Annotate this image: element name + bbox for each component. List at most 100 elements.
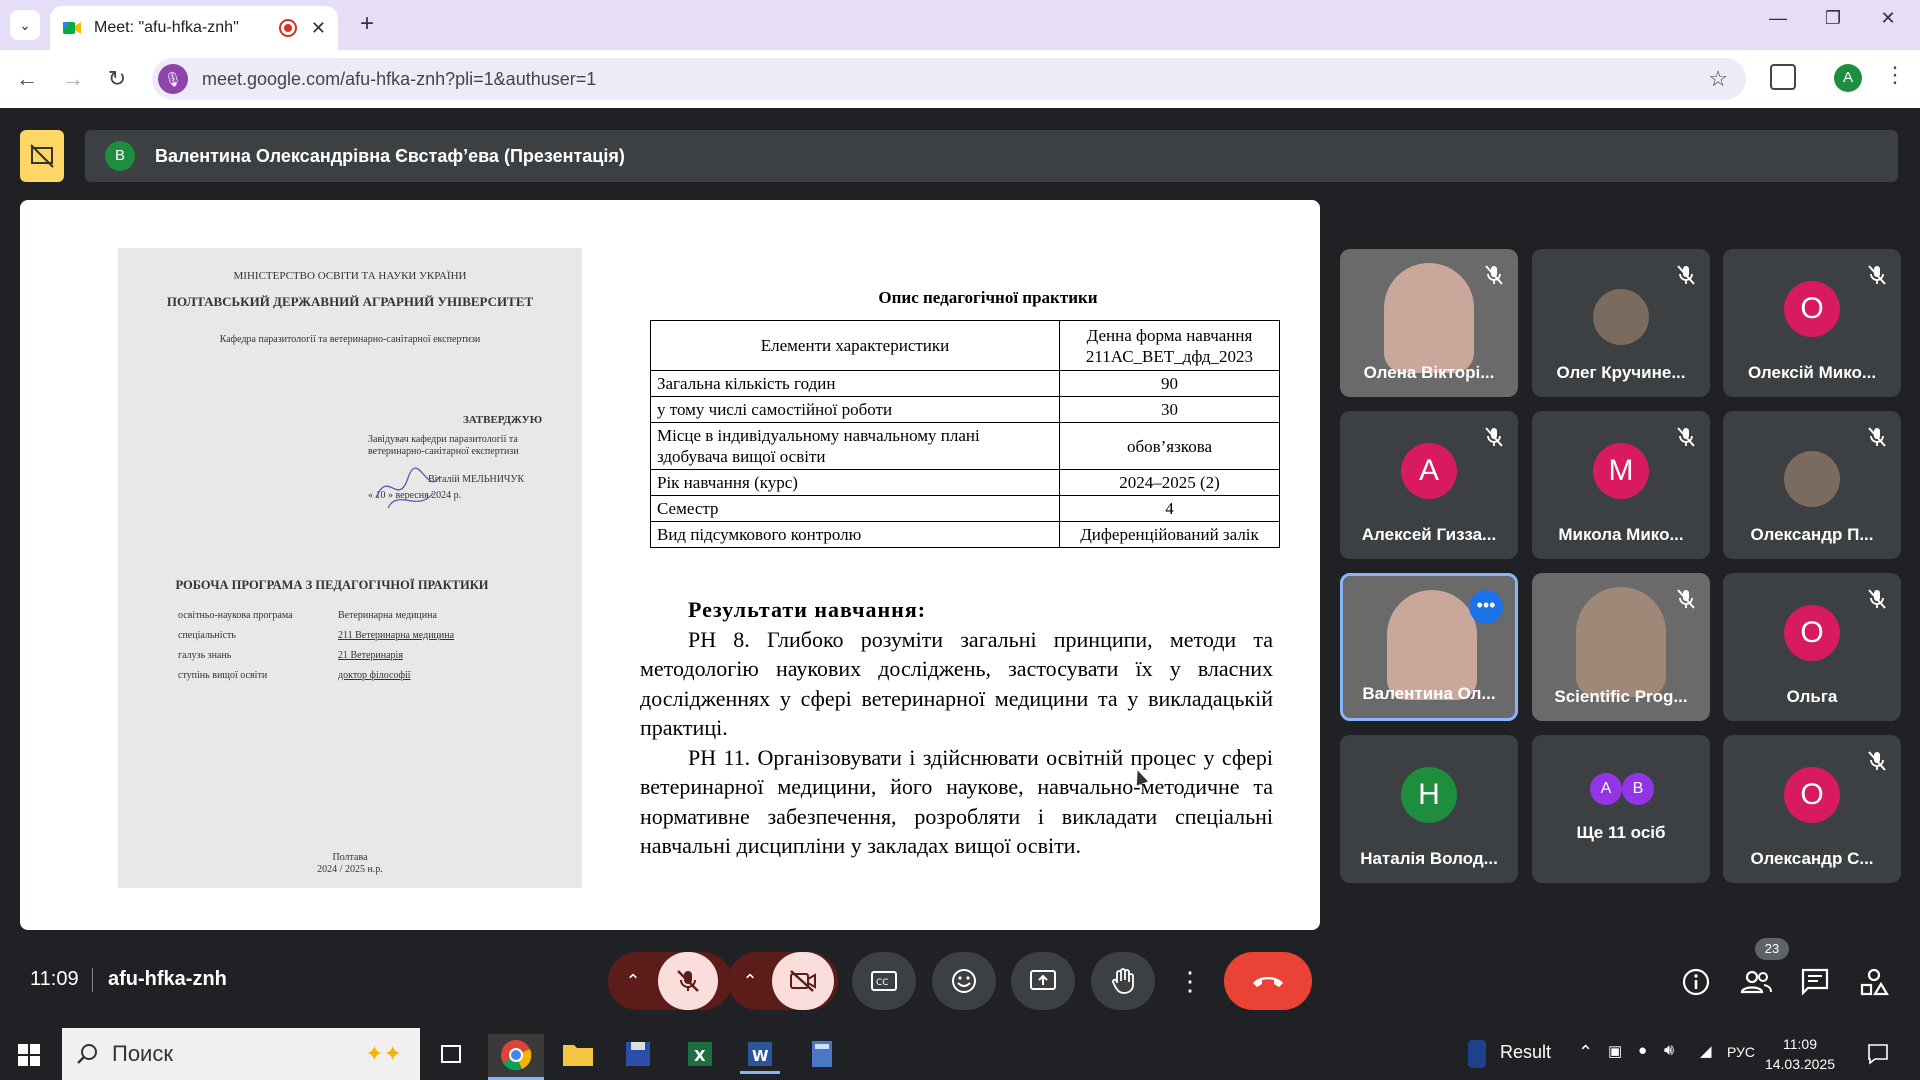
taskbar-search[interactable]: Поиск ✦✦	[62, 1028, 420, 1080]
doc-row-key: спеціальність	[178, 630, 236, 641]
participant-tile[interactable]: Н Наталія Волод...	[1340, 735, 1518, 883]
participant-tile[interactable]: А Алексей Гизза...	[1340, 411, 1518, 559]
hand-icon	[1112, 968, 1134, 994]
doc-ministry: МІНІСТЕРСТВО ОСВІТИ ТА НАУКИ УКРАЇНИ	[233, 270, 467, 282]
site-mic-icon[interactable]: 🎙	[158, 64, 188, 94]
restore-button[interactable]: ❐	[1813, 8, 1853, 29]
muted-mic-icon	[1865, 263, 1889, 287]
spec-table: Елементи характеристики Денна форма навч…	[650, 320, 1280, 548]
word-icon[interactable]: W	[740, 1034, 780, 1074]
doc-row-key: галузь знань	[178, 650, 232, 661]
participant-name: Олексій Мико...	[1747, 363, 1877, 382]
table-cell: 90	[1059, 370, 1280, 397]
participant-tile[interactable]: Олег Кручине...	[1532, 249, 1710, 397]
participant-tile[interactable]: О Олександр С...	[1723, 735, 1901, 883]
raise-hand-button[interactable]	[1091, 952, 1155, 1010]
doc-department: Кафедра паразитології та ветеринарно-сан…	[219, 334, 481, 345]
muted-mic-icon	[1674, 263, 1698, 287]
video-feed-person	[1576, 587, 1666, 697]
extensions-icon[interactable]	[1770, 64, 1796, 90]
video-options-chevron-icon[interactable]: ⌃	[728, 971, 772, 992]
address-bar[interactable]: 🎙 meet.google.com/afu-hfka-znh?pli=1&aut…	[152, 58, 1746, 100]
speaking-indicator-icon[interactable]: •••	[1469, 590, 1503, 624]
reactions-button[interactable]	[932, 952, 996, 1010]
participant-tile[interactable]: Scientific Prog...	[1532, 573, 1710, 721]
table-cell: 30	[1059, 396, 1280, 423]
windows-start-icon[interactable]	[18, 1044, 40, 1066]
save-app-icon[interactable]	[618, 1034, 658, 1074]
google-meet-icon	[62, 18, 82, 38]
participant-tile[interactable]: ••• Валентина Ол...	[1340, 573, 1518, 721]
captions-button[interactable]: CC	[852, 952, 916, 1010]
notifications-icon[interactable]	[1866, 1042, 1890, 1066]
presenter-bar: В Валентина Олександрівна Євстаф’ева (Пр…	[20, 130, 1898, 182]
minimize-button[interactable]: —	[1758, 8, 1798, 29]
present-screen-button[interactable]	[1011, 952, 1075, 1010]
participant-avatar: О	[1784, 767, 1840, 823]
doc-head-line2: ветеринарно-санітарної експертизи	[368, 446, 519, 457]
participant-name: Олег Кручине...	[1556, 363, 1686, 382]
file-explorer-icon[interactable]	[558, 1034, 598, 1074]
tab-search-chevron-icon[interactable]: ⌄	[10, 10, 40, 40]
table-row: Місце в індивідуальному навчальному план…	[650, 422, 1280, 470]
meeting-details-icon[interactable]	[1680, 966, 1712, 998]
doc-row-key: ступінь вищої освіти	[178, 670, 268, 681]
participant-tile[interactable]: А В Ще 11 осіб	[1532, 735, 1710, 883]
show-hidden-icons-chevron-icon[interactable]: ⌃	[1578, 1042, 1593, 1063]
table-cell: у тому числі самостійної роботи	[650, 396, 1060, 423]
table-row: у тому числі самостійної роботи 30	[650, 396, 1280, 423]
muted-mic-icon	[1674, 587, 1698, 611]
volume-icon[interactable]: 🔊︎	[1664, 1042, 1674, 1060]
microphone-off-button[interactable]	[658, 952, 718, 1010]
meeting-code: afu-hfka-znh	[108, 968, 227, 990]
muted-mic-icon	[1865, 425, 1889, 449]
close-window-button[interactable]: ✕	[1868, 8, 1908, 29]
muted-mic-icon	[1865, 587, 1889, 611]
muted-mic-icon	[1482, 263, 1506, 287]
url-text[interactable]: meet.google.com/afu-hfka-znh?pli=1&authu…	[202, 69, 596, 90]
leave-call-button[interactable]	[1224, 952, 1312, 1010]
search-highlight-icon: ✦✦	[365, 1041, 402, 1066]
svg-text:CC: CC	[876, 978, 889, 988]
doc-university: ПОЛТАВСЬКИЙ ДЕРЖАВНИЙ АГРАРНИЙ УНІВЕРСИТ…	[166, 294, 534, 309]
participant-tile[interactable]: М Микола Мико...	[1532, 411, 1710, 559]
camera-off-button[interactable]	[772, 952, 834, 1010]
more-vert-icon: ⋮	[1177, 965, 1203, 996]
table-cell: Семестр	[650, 495, 1060, 522]
browser-tab-meet[interactable]: Meet: "afu-hfka-znh" ✕	[50, 6, 338, 50]
participant-tile[interactable]: Олена Вікторі...	[1340, 249, 1518, 397]
participant-tile[interactable]: Олександр П...	[1723, 411, 1901, 559]
tray-mic-icon[interactable]: ●	[1638, 1042, 1647, 1059]
people-icon[interactable]	[1740, 966, 1772, 998]
keyboard-language[interactable]: РУС	[1727, 1044, 1755, 1060]
stop-presenting-icon[interactable]	[20, 130, 64, 182]
participant-name: Scientific Prog...	[1554, 687, 1688, 706]
activities-icon[interactable]	[1858, 966, 1890, 998]
more-options-button[interactable]: ⋮	[1170, 952, 1210, 1010]
forward-button[interactable]: →	[58, 64, 88, 94]
participant-tile[interactable]: О Олексій Мико...	[1723, 249, 1901, 397]
task-view-icon[interactable]	[434, 1034, 468, 1074]
bookmark-star-icon[interactable]: ☆	[1708, 66, 1728, 92]
network-icon[interactable]: ◢	[1700, 1042, 1712, 1060]
results-paragraph: РН 8. Глибоко розуміти загальні принципи…	[640, 626, 1273, 741]
audio-options-chevron-icon[interactable]: ⌃	[608, 971, 658, 992]
tray-meet-icon[interactable]: ▣	[1608, 1042, 1622, 1060]
chrome-taskbar-icon[interactable]	[488, 1034, 544, 1080]
doc-head-line1: Завідувач кафедри паразитології та	[368, 434, 518, 445]
browser-menu-icon[interactable]: ⋮	[1884, 62, 1906, 88]
chat-icon[interactable]	[1799, 966, 1831, 998]
taskbar-clock[interactable]: 11:09 14.03.2025	[1760, 1034, 1840, 1074]
participant-tile[interactable]: О Ольга	[1723, 573, 1901, 721]
tab-close-icon[interactable]: ✕	[311, 18, 326, 39]
excel-icon[interactable]: X	[680, 1034, 720, 1074]
back-button[interactable]: ←	[12, 64, 42, 94]
participants-count-badge: 23	[1755, 938, 1789, 960]
presenter-name: Валентина Олександрівна Євстаф’ева (През…	[155, 145, 625, 166]
calculator-icon[interactable]	[802, 1034, 842, 1074]
reload-button[interactable]: ↻	[102, 64, 132, 94]
profile-avatar[interactable]: A	[1834, 64, 1862, 92]
table-row: Вид підсумкового контролю Диференційовани…	[650, 521, 1280, 548]
result-widget[interactable]: Result	[1500, 1042, 1551, 1063]
new-tab-button[interactable]: +	[352, 10, 382, 40]
